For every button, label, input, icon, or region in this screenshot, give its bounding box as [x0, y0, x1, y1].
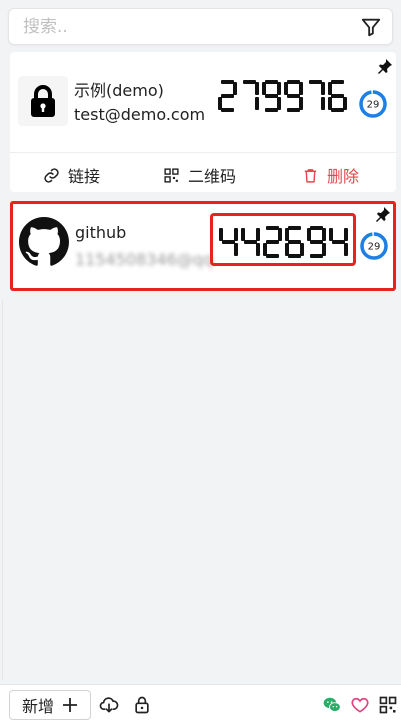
otp-digit — [284, 80, 303, 112]
pin-icon[interactable] — [375, 206, 391, 222]
qrcode-icon[interactable] — [378, 695, 398, 715]
link-label: 链接 — [68, 167, 101, 186]
delete-button[interactable]: 删除 — [302, 163, 359, 187]
otp-digit — [307, 226, 326, 258]
otp-code[interactable] — [218, 225, 350, 259]
card-actions: 链接 二维码 删除 — [10, 152, 396, 192]
otp-digit — [243, 80, 259, 110]
qrcode-button[interactable]: 二维码 — [163, 163, 236, 187]
lock-icon — [31, 85, 55, 117]
otp-digit — [218, 80, 237, 112]
delete-label: 删除 — [327, 167, 360, 186]
heart-icon[interactable] — [350, 695, 370, 715]
otp-digit — [309, 80, 325, 110]
account-card[interactable]: 示例(demo) test@demo.com 29 链接 二维码 删除 — [10, 52, 396, 192]
countdown-timer: 29 — [360, 232, 388, 260]
account-email: test@demo.com — [74, 105, 206, 124]
otp-digit — [285, 226, 304, 258]
search-bar — [8, 8, 393, 45]
pin-icon[interactable] — [377, 58, 393, 74]
account-logo — [18, 76, 68, 126]
lock-icon[interactable] — [132, 695, 152, 715]
countdown-text: 29 — [367, 100, 380, 111]
link-icon — [44, 167, 59, 183]
account-logo — [19, 217, 69, 267]
trash-icon — [304, 168, 317, 183]
account-name: 示例(demo) — [74, 81, 164, 100]
account-card[interactable]: github 1154508346@qq 29 — [10, 201, 396, 291]
otp-code[interactable] — [217, 79, 349, 113]
search-input[interactable] — [21, 15, 341, 39]
countdown-timer: 29 — [359, 90, 387, 118]
otp-digit — [219, 228, 238, 256]
account-email: 1154508346@qq — [75, 250, 214, 269]
wechat-icon[interactable] — [322, 695, 342, 715]
github-icon — [19, 217, 69, 266]
filter-icon[interactable] — [360, 16, 382, 38]
otp-digit — [329, 228, 348, 256]
link-button[interactable]: 链接 — [43, 163, 100, 187]
otp-digit — [241, 228, 260, 256]
cloud-download-icon[interactable] — [99, 695, 119, 715]
bottom-toolbar: 新增 — [0, 684, 401, 726]
plus-icon — [63, 698, 77, 712]
divider — [2, 300, 3, 680]
account-name: github — [75, 223, 127, 242]
qrcode-icon — [164, 167, 179, 183]
otp-digit — [262, 80, 281, 112]
otp-digit — [328, 80, 347, 112]
countdown-text: 29 — [368, 242, 381, 253]
otp-digit — [263, 226, 282, 258]
add-label: 新增 — [21, 697, 54, 716]
qrcode-label: 二维码 — [188, 167, 237, 186]
add-button[interactable]: 新增 — [9, 690, 91, 720]
